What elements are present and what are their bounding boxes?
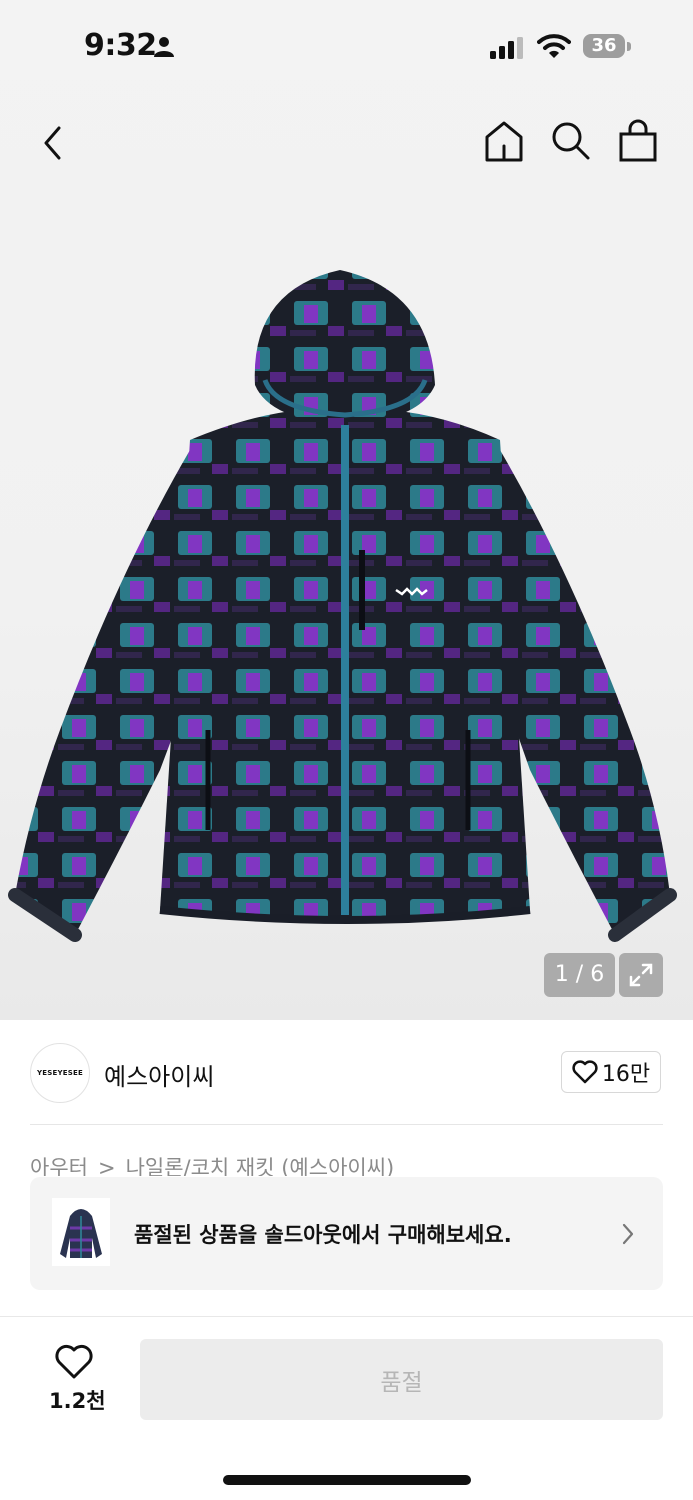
wish-count: 1.2천 [49, 1389, 106, 1413]
breadcrumb-separator: > [97, 1156, 116, 1176]
bag-icon[interactable] [617, 118, 659, 164]
back-arrow-icon[interactable] [32, 118, 76, 168]
brand-logo[interactable]: YESEYESEE [30, 1043, 90, 1103]
breadcrumb-subcategory[interactable]: 나일론/코치 재킷 (예스아이씨) [126, 1156, 395, 1176]
image-counter: 1 / 6 [544, 953, 615, 997]
heart-icon [572, 1060, 598, 1084]
soldout-banner-text: 품절된 상품을 솔드아웃에서 구매해보세요. [134, 1223, 512, 1247]
signal-icon [490, 37, 523, 59]
soldout-button[interactable]: 품절 [140, 1339, 663, 1420]
search-icon[interactable] [550, 120, 592, 162]
battery-cap [627, 42, 631, 51]
banner-product-thumbnail [52, 1198, 110, 1266]
person-icon [154, 37, 174, 57]
heart-icon[interactable] [54, 1344, 94, 1380]
breadcrumb: 아우터 > 나일론/코치 재킷 (예스아이씨) [30, 1152, 394, 1176]
wifi-icon [537, 34, 571, 58]
chevron-right-icon [622, 1223, 634, 1245]
home-icon[interactable] [482, 118, 526, 164]
home-indicator [223, 1475, 471, 1485]
brand-like-count: 16만 [601, 1062, 651, 1087]
product-jacket-image [8, 270, 677, 942]
expand-icon [629, 963, 653, 987]
expand-button[interactable] [619, 953, 663, 997]
breadcrumb-category[interactable]: 아우터 [30, 1156, 88, 1176]
status-time: 9:32 [84, 28, 157, 63]
battery-indicator: 36 [583, 34, 625, 58]
brand-like-button[interactable]: 16만 [561, 1051, 661, 1093]
bottom-bar-divider [0, 1316, 693, 1317]
brand-name[interactable]: 예스아이씨 [104, 1057, 214, 1092]
divider [30, 1124, 663, 1125]
